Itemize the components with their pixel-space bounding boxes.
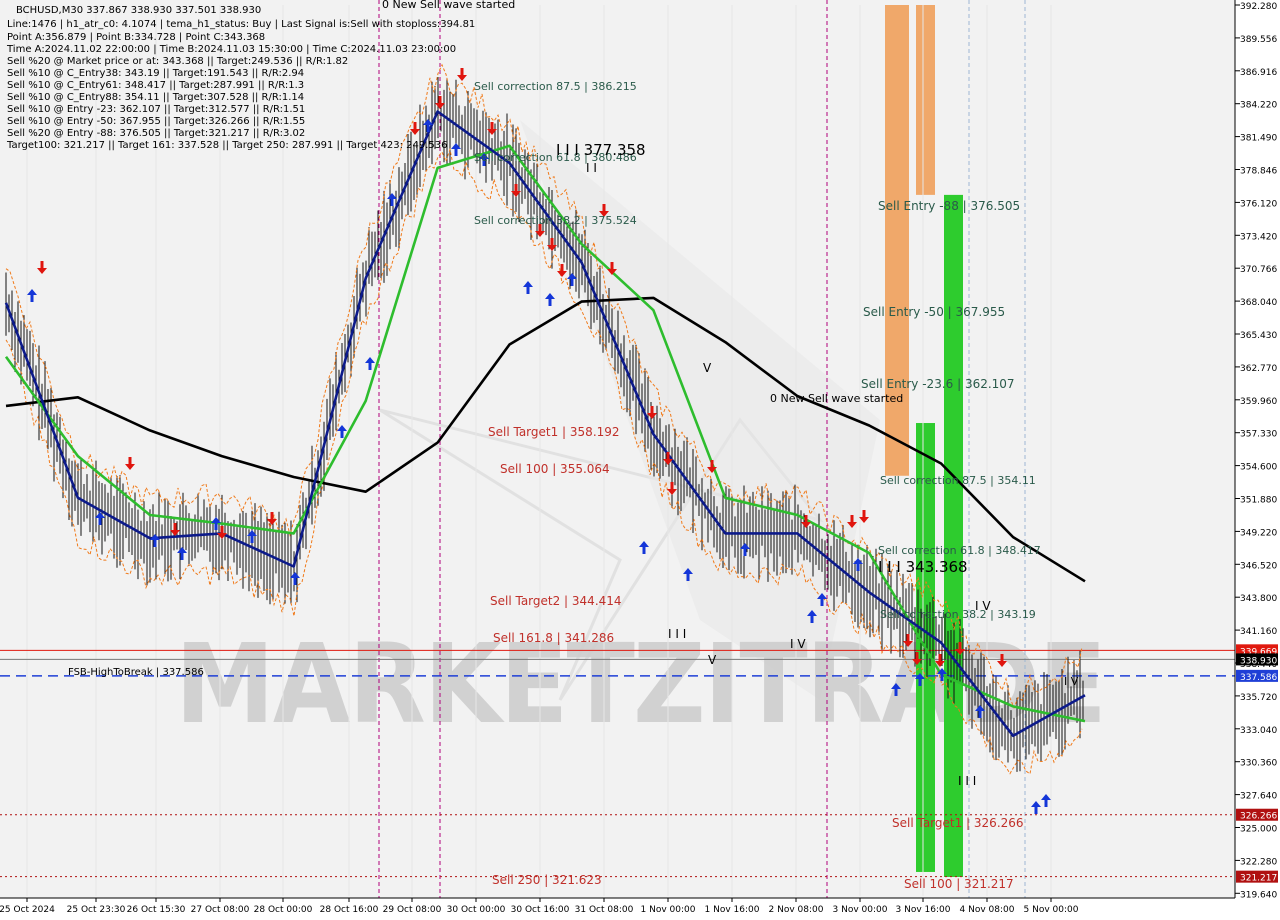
price-tick-label: 333.040	[1240, 726, 1277, 736]
chart-annotation: Sell correction 87.5 | 386.215	[474, 80, 637, 93]
chart-annotation: Sell Entry -23.6 | 362.107	[861, 377, 1015, 391]
chart-annotation: Sell Target1 | 358.192	[488, 425, 620, 439]
chart-annotation: I V	[1064, 675, 1079, 688]
price-tick-label: 327.640	[1240, 792, 1277, 802]
price-tick-label: 325.000	[1240, 825, 1277, 835]
chart-annotation: Sell 161.8 | 341.286	[493, 631, 614, 645]
chart-annotation: Sell correction 87.5 | 354.11	[880, 474, 1036, 487]
info-line-6: Sell %10 @ C_Entry61: 348.417 || Target:…	[7, 80, 304, 91]
price-tick-label: 368.040	[1240, 298, 1277, 308]
chart-annotation: Sell correction 38.2 | 343.19	[880, 608, 1036, 621]
price-tick-label: 319.640	[1240, 890, 1277, 900]
chart-annotation: Sell Target1 | 326.266	[892, 816, 1024, 830]
price-tick-label: 376.120	[1240, 199, 1277, 209]
price-tag-label: 326.266	[1240, 812, 1277, 822]
price-tag-label: 321.217	[1240, 874, 1277, 884]
price-tick-label: 386.916	[1240, 68, 1277, 78]
time-tick-label: 2 Nov 08:00	[769, 905, 824, 915]
price-tick-label: 378.846	[1240, 167, 1277, 177]
time-tick-label: 30 Oct 00:00	[447, 905, 506, 915]
price-tick-label: 365.430	[1240, 331, 1277, 341]
chart-annotation: Sell 250 | 321.623	[492, 873, 602, 887]
chart-annotation: 0 New Sell wave started	[382, 0, 515, 11]
price-tick-label: 392.280	[1240, 2, 1277, 12]
chart-annotation: 0 New Sell wave started	[770, 392, 903, 405]
price-chart[interactable]: MARKETZITRADE 0 New Sell wave started0 N…	[0, 0, 1280, 920]
price-tick-label: 330.360	[1240, 759, 1277, 769]
price-tick-label: 381.490	[1240, 134, 1277, 144]
info-line-5: Sell %10 @ C_Entry38: 343.19 || Target:1…	[7, 68, 304, 79]
price-tick-label: 341.160	[1240, 627, 1277, 637]
chart-annotation: Sell 100 | 355.064	[500, 462, 610, 476]
price-tick-label: 359.960	[1240, 397, 1277, 407]
price-tick-label: 349.220	[1240, 528, 1277, 538]
time-tick-label: 25 Oct 2024	[0, 905, 55, 915]
symbol-line: BCHUSD,M30 337.867 338.930 337.501 338.9…	[16, 5, 261, 16]
time-tick-label: 28 Oct 00:00	[254, 905, 313, 915]
info-line-11: Target100: 321.217 || Target 161: 337.52…	[6, 140, 448, 151]
chart-annotation: I I I	[958, 774, 976, 788]
chart-annotation: Sell correction 61.8 | 348.417	[878, 544, 1041, 557]
time-tick-label: 1 Nov 16:00	[705, 905, 760, 915]
time-tick-label: 29 Oct 08:00	[383, 905, 442, 915]
chart-annotation: I I I 377.358	[556, 141, 646, 159]
price-tick-label: 343.800	[1240, 594, 1277, 604]
chart-annotation: V	[703, 361, 712, 375]
chart-annotation: Sell correction 38.2 | 375.524	[474, 214, 637, 227]
price-tick-label: 389.556	[1240, 35, 1277, 45]
chart-annotation: FSB-HighToBreak | 337.586	[68, 667, 204, 678]
chart-annotation: Sell 100 | 321.217	[904, 877, 1014, 891]
time-tick-label: 26 Oct 15:30	[127, 905, 186, 915]
time-tick-label: 25 Oct 23:30	[67, 905, 126, 915]
chart-annotation: I I I	[668, 627, 686, 641]
time-tick-label: 27 Oct 08:00	[191, 905, 250, 915]
time-tick-label: 5 Nov 00:00	[1024, 905, 1079, 915]
info-line-8: Sell %10 @ Entry -23: 362.107 || Target:…	[7, 104, 305, 115]
price-tick-label: 335.720	[1240, 693, 1277, 703]
price-tick-label: 354.600	[1240, 463, 1277, 473]
time-tick-label: 31 Oct 08:00	[575, 905, 634, 915]
price-tick-label: 384.220	[1240, 101, 1277, 111]
price-tick-label: 370.766	[1240, 265, 1277, 275]
chart-annotation: Sell Target2 | 344.414	[490, 594, 622, 608]
chart-annotation: V	[708, 653, 717, 667]
time-tick-label: 30 Oct 16:00	[511, 905, 570, 915]
chart-annotation: Sell Entry -50 | 367.955	[863, 305, 1005, 319]
chart-annotation: Sell Entry -88 | 376.505	[878, 199, 1020, 213]
price-tick-label: 351.880	[1240, 496, 1277, 506]
time-tick-label: 1 Nov 00:00	[641, 905, 696, 915]
chart-annotation: I V	[975, 599, 991, 613]
time-tick-label: 4 Nov 08:00	[960, 905, 1015, 915]
price-tick-label: 357.330	[1240, 430, 1277, 440]
info-line-4: Sell %20 @ Market price or at: 343.368 |…	[7, 56, 348, 67]
time-tick-label: 3 Nov 16:00	[896, 905, 951, 915]
chart-annotation: I I	[586, 161, 597, 175]
time-tick-label: 3 Nov 00:00	[833, 905, 888, 915]
info-line-1: Line:1476 | h1_atr_c0: 4.1074 | tema_h1_…	[7, 19, 475, 30]
info-line-10: Sell %20 @ Entry -88: 376.505 || Target:…	[7, 128, 305, 139]
price-tick-label: 373.420	[1240, 232, 1277, 242]
price-tag-label: 337.586	[1240, 673, 1277, 683]
price-tick-label: 346.520	[1240, 561, 1277, 571]
time-tick-label: 28 Oct 16:00	[320, 905, 379, 915]
chart-annotation: I I I 343.368	[878, 558, 968, 576]
info-line-9: Sell %10 @ Entry -50: 367.955 || Target:…	[7, 116, 305, 127]
info-line-2: Point A:356.879 | Point B:334.728 | Poin…	[7, 32, 265, 43]
price-tag-label: 338.930	[1240, 656, 1277, 666]
price-tick-label: 322.280	[1240, 857, 1277, 867]
price-tick-label: 362.770	[1240, 364, 1277, 374]
chart-annotation: I V	[790, 637, 806, 651]
entry-zone-band	[916, 5, 935, 195]
info-line-7: Sell %10 @ C_Entry88: 354.11 || Target:3…	[7, 92, 304, 103]
entry-zone-band	[885, 5, 909, 476]
info-line-3: Time A:2024.11.02 22:00:00 | Time B:2024…	[6, 44, 456, 55]
